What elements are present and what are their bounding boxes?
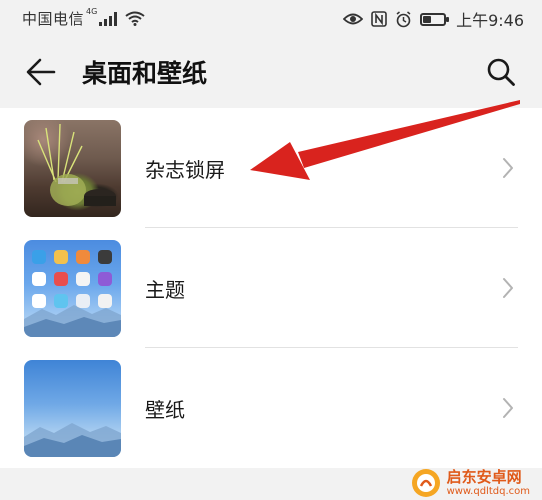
wifi-icon (125, 11, 145, 26)
mountain-image (24, 305, 121, 337)
status-left: 中国电信 4G (22, 7, 145, 29)
nfc-icon (371, 11, 387, 27)
status-bar: 中国电信 4G 上午9:46 (0, 0, 542, 36)
clock: 上午9:46 (456, 11, 524, 30)
wallpaper-thumbnail (24, 360, 121, 457)
magazine-lockscreen-thumbnail (24, 120, 121, 217)
watermark-logo (411, 469, 440, 497)
settings-list: 杂志锁屏 主题 壁纸 (0, 108, 542, 468)
plant-image (37, 123, 116, 206)
signal-icon (99, 11, 118, 26)
page-title: 桌面和壁纸 (82, 59, 208, 88)
arrow-left-icon[interactable] (26, 58, 56, 86)
network-type: 4G (86, 7, 98, 16)
search-icon[interactable] (486, 57, 516, 87)
alarm-icon (396, 10, 411, 27)
list-item-magazine-lockscreen[interactable]: 杂志锁屏 (0, 108, 542, 228)
chevron-right-icon (503, 398, 513, 418)
watermark-text: 启东安卓网 (446, 467, 522, 486)
carrier-name: 中国电信 (22, 10, 85, 28)
chevron-right-icon (503, 278, 513, 298)
mountain-image (24, 423, 121, 457)
eye-comfort-icon (343, 13, 364, 25)
item-label-wallpaper: 壁纸 (145, 398, 185, 422)
watermark-url: www.qdltdq.com (446, 485, 530, 497)
item-label-magazine-lockscreen: 杂志锁屏 (145, 158, 225, 182)
watermark: 启东安卓网 www.qdltdq.com (411, 468, 530, 498)
app-header: 桌面和壁纸 (0, 36, 542, 108)
theme-thumbnail (24, 240, 121, 337)
status-right: 上午9:46 (343, 7, 524, 31)
list-item-theme[interactable]: 主题 (0, 228, 542, 348)
battery-icon (420, 12, 450, 26)
chevron-right-icon (503, 158, 513, 178)
item-label-theme: 主题 (145, 278, 185, 302)
list-item-wallpaper[interactable]: 壁纸 (0, 348, 542, 468)
